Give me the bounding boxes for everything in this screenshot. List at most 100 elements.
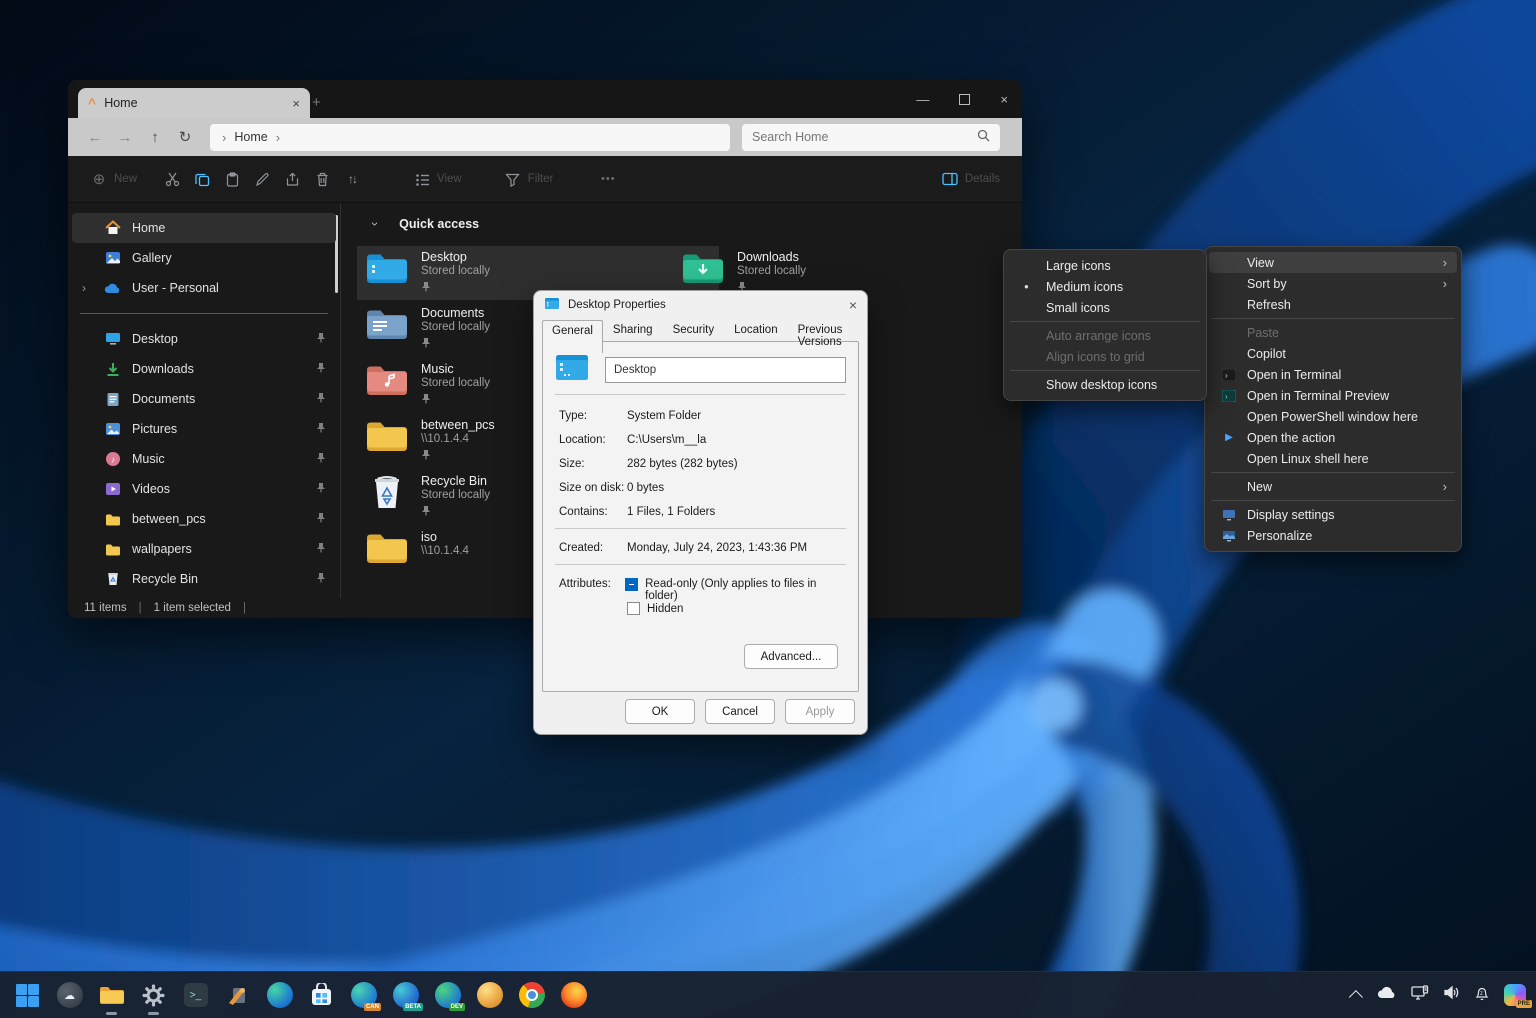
sidebar-item-documents[interactable]: Documents bbox=[68, 384, 340, 414]
chevron-right-icon[interactable]: › bbox=[276, 130, 280, 145]
firefox-icon[interactable] bbox=[560, 982, 587, 1009]
terminal-icon[interactable]: >_ bbox=[182, 982, 209, 1009]
sidebar-item-music[interactable]: ♪ Music bbox=[68, 444, 340, 474]
onedrive-cloud-icon bbox=[104, 279, 122, 297]
dev-tool-icon[interactable] bbox=[224, 982, 251, 1009]
tab-general[interactable]: General bbox=[542, 320, 603, 353]
submenu-item-show-desktop-icons[interactable]: Show desktop icons bbox=[1008, 374, 1202, 395]
sidebar-item-recycle-bin[interactable]: Recycle Bin bbox=[68, 564, 340, 594]
menu-item-open-the-action[interactable]: ▶ Open the action bbox=[1209, 427, 1457, 448]
folder-name-input[interactable]: Desktop bbox=[605, 357, 846, 383]
widgets-icon[interactable]: ☁ bbox=[56, 982, 83, 1009]
tray-overflow-chevron-icon[interactable] bbox=[1349, 990, 1363, 1004]
chrome-icon[interactable] bbox=[518, 982, 545, 1009]
explorer-titlebar[interactable]: ^ Home × + — × bbox=[68, 80, 1022, 118]
close-button[interactable]: × bbox=[1000, 92, 1008, 107]
menu-item-sort-by[interactable]: Sort by› bbox=[1209, 273, 1457, 294]
menu-item-view[interactable]: View› bbox=[1209, 252, 1457, 273]
hidden-checkbox[interactable] bbox=[627, 602, 640, 615]
menu-item-paste[interactable]: Paste bbox=[1209, 322, 1457, 343]
tab-security[interactable]: Security bbox=[663, 319, 725, 352]
menu-item-copilot[interactable]: Copilot bbox=[1209, 343, 1457, 364]
view-label[interactable]: View bbox=[437, 173, 462, 185]
quick-access-header[interactable]: Quick access bbox=[399, 217, 479, 231]
submenu-item-medium-icons[interactable]: ● Medium icons bbox=[1008, 276, 1202, 297]
search-input[interactable]: Search Home bbox=[742, 124, 1000, 151]
paste-icon[interactable] bbox=[217, 164, 247, 194]
onedrive-tray-icon[interactable] bbox=[1377, 986, 1397, 1004]
menu-item-personalize[interactable]: Personalize bbox=[1209, 525, 1457, 546]
dialog-close-icon[interactable]: × bbox=[849, 297, 857, 313]
advanced-button[interactable]: Advanced... bbox=[744, 644, 838, 669]
cut-icon[interactable] bbox=[157, 164, 187, 194]
menu-item-open-in-terminal[interactable]: › Open in Terminal bbox=[1209, 364, 1457, 385]
tab-close-icon[interactable]: × bbox=[292, 96, 300, 111]
menu-item-refresh[interactable]: Refresh bbox=[1209, 294, 1457, 315]
sidebar-item-gallery[interactable]: Gallery bbox=[68, 243, 340, 273]
edge-canary-icon[interactable]: CAN bbox=[350, 982, 377, 1009]
more-options-icon[interactable]: ••• bbox=[593, 164, 623, 194]
view-icon[interactable] bbox=[407, 164, 437, 194]
filter-icon[interactable] bbox=[498, 164, 528, 194]
menu-item-open-powershell[interactable]: Open PowerShell window here bbox=[1209, 406, 1457, 427]
dialog-titlebar[interactable]: Desktop Properties × bbox=[534, 291, 867, 319]
details-label[interactable]: Details bbox=[965, 173, 1000, 185]
sidebar-item-desktop[interactable]: Desktop bbox=[68, 324, 340, 354]
microsoft-store-icon[interactable] bbox=[308, 982, 335, 1009]
chevron-right-icon[interactable]: › bbox=[82, 281, 86, 295]
edge-icon[interactable] bbox=[266, 982, 293, 1009]
gold-app-icon[interactable] bbox=[476, 982, 503, 1009]
sort-icon[interactable]: ↑↓ bbox=[337, 164, 367, 194]
sidebar-item-between-pcs[interactable]: between_pcs bbox=[68, 504, 340, 534]
volume-tray-icon[interactable] bbox=[1443, 985, 1460, 1005]
notifications-bell-icon[interactable]: z bbox=[1474, 985, 1490, 1006]
forward-icon[interactable]: → bbox=[110, 129, 140, 146]
settings-icon[interactable] bbox=[140, 982, 167, 1009]
submenu-item-small-icons[interactable]: Small icons bbox=[1008, 297, 1202, 318]
copilot-icon[interactable]: PRE bbox=[1504, 984, 1526, 1006]
up-icon[interactable]: ↑ bbox=[140, 129, 170, 146]
rename-icon[interactable] bbox=[247, 164, 277, 194]
sidebar-item-user-personal[interactable]: › User - Personal bbox=[68, 273, 340, 303]
submenu-item-align-to-grid[interactable]: Align icons to grid bbox=[1008, 346, 1202, 367]
edge-dev-icon[interactable]: DEV bbox=[434, 982, 461, 1009]
refresh-icon[interactable]: ↻ bbox=[170, 128, 200, 146]
details-pane-icon[interactable] bbox=[935, 164, 965, 194]
delete-icon[interactable] bbox=[307, 164, 337, 194]
menu-item-open-linux-shell[interactable]: Open Linux shell here bbox=[1209, 448, 1457, 469]
menu-item-open-in-terminal-preview[interactable]: › Open in Terminal Preview bbox=[1209, 385, 1457, 406]
readonly-checkbox[interactable]: – bbox=[625, 578, 638, 591]
sidebar-item-videos[interactable]: Videos bbox=[68, 474, 340, 504]
edge-beta-icon[interactable]: BETA bbox=[392, 982, 419, 1009]
sidebar-item-pictures[interactable]: Pictures bbox=[68, 414, 340, 444]
copy-icon[interactable] bbox=[187, 164, 217, 194]
new-item-icon[interactable]: ⊕ bbox=[84, 164, 114, 194]
file-explorer-icon[interactable] bbox=[98, 982, 125, 1009]
new-tab-button[interactable]: + bbox=[312, 94, 321, 111]
minimize-button[interactable]: — bbox=[916, 92, 929, 107]
share-icon[interactable] bbox=[277, 164, 307, 194]
tab-sharing[interactable]: Sharing bbox=[603, 319, 663, 352]
address-bar[interactable]: › Home › bbox=[210, 124, 730, 151]
submenu-item-auto-arrange[interactable]: Auto arrange icons bbox=[1008, 325, 1202, 346]
sidebar-item-home[interactable]: Home bbox=[72, 213, 336, 243]
breadcrumb[interactable]: Home bbox=[234, 130, 267, 144]
filter-label[interactable]: Filter bbox=[528, 173, 554, 185]
apply-button[interactable]: Apply bbox=[785, 699, 855, 724]
submenu-item-large-icons[interactable]: Large icons bbox=[1008, 255, 1202, 276]
menu-item-display-settings[interactable]: Display settings bbox=[1209, 504, 1457, 525]
chevron-down-icon[interactable]: › bbox=[368, 222, 382, 226]
maximize-button[interactable] bbox=[959, 94, 970, 105]
cancel-button[interactable]: Cancel bbox=[705, 699, 775, 724]
tab-location[interactable]: Location bbox=[724, 319, 787, 352]
tab-previous-versions[interactable]: Previous Versions bbox=[788, 319, 867, 352]
explorer-tab-home[interactable]: ^ Home × bbox=[78, 88, 310, 118]
search-icon[interactable] bbox=[977, 129, 990, 145]
menu-item-new[interactable]: New› bbox=[1209, 476, 1457, 497]
start-button[interactable] bbox=[14, 982, 41, 1009]
network-tray-icon[interactable] bbox=[1411, 985, 1429, 1006]
sidebar-item-wallpapers[interactable]: wallpapers bbox=[68, 534, 340, 564]
ok-button[interactable]: OK bbox=[625, 699, 695, 724]
sidebar-item-downloads[interactable]: Downloads bbox=[68, 354, 340, 384]
back-icon[interactable]: ← bbox=[80, 129, 110, 146]
